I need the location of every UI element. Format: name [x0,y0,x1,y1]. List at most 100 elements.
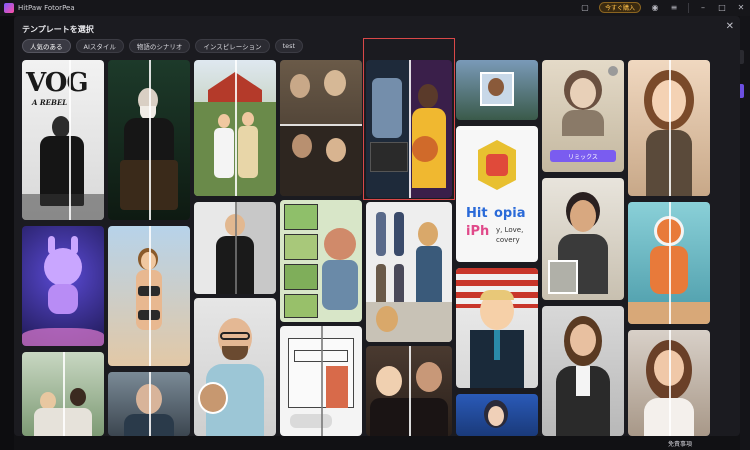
template-card-couple[interactable] [22,352,104,436]
portrait-body [238,126,258,178]
before-after-divider [669,60,671,196]
mini-figure [376,212,386,256]
tab-story-scenario[interactable]: 物語のシナリオ [128,39,191,53]
template-card-cartoon-couple[interactable] [366,346,452,436]
colored-door [326,366,348,408]
template-card-beach[interactable] [108,226,190,366]
backdrop-left [0,16,14,450]
template-card-cartoon-speaker[interactable] [456,268,538,388]
template-card-comic-pig[interactable] [280,200,362,322]
before-after-divider [235,60,237,196]
title-bar-divider [688,2,689,13]
before-after-divider [69,60,71,220]
template-card-business-woman[interactable] [542,306,624,436]
portrait-head [242,112,254,126]
portrait-head [376,306,398,332]
tab-inspiration[interactable]: インスピレーション [195,39,270,53]
buy-now-button[interactable]: 今すぐ購入 [598,2,641,13]
template-modal: テンプレートを選択 ✕ 人気のある AIスタイル 物語のシナリオ インスピレーシ… [14,16,740,436]
toy-ear-left [48,236,55,254]
template-card-sketch[interactable] [194,202,276,294]
comic-panel [284,204,318,230]
template-card-bald-man[interactable] [108,372,190,436]
before-after-divider [149,372,151,436]
template-card-toy[interactable] [22,226,104,346]
tab-popular[interactable]: 人気のある [22,39,71,53]
beard [222,346,248,360]
account-icon[interactable]: ◉ [650,3,660,13]
inset-portrait [198,382,228,414]
right-side-rail [740,16,750,450]
template-card-outdoor[interactable] [456,60,538,120]
template-card-hitopia[interactable]: Hit opia iPh y, Love, covery [456,126,538,262]
mini-figure [394,212,404,256]
comic-panel [284,264,318,290]
close-icon[interactable]: ✕ [726,21,734,32]
selected-template-highlight [363,38,455,200]
portrait-head [70,388,86,406]
template-card-vogue[interactable]: VOG A REBEL [22,60,104,220]
template-card-anime-girl[interactable] [456,394,538,436]
window-close-icon[interactable]: ✕ [736,3,746,13]
pig-character [324,228,356,260]
remix-button[interactable]: リミックス [550,150,616,162]
before-after-divider [235,202,237,294]
before-after-divider [149,226,151,366]
before-after-divider [149,60,151,220]
portrait-head [488,406,504,426]
minimize-icon[interactable]: – [698,3,708,13]
app-name: HitPaw FotorPea [18,4,75,12]
before-after-divider [669,202,671,324]
hitopia-line-3: covery [496,236,520,244]
menu-icon[interactable]: ≡ [669,3,679,13]
hitopia-line-1: iPh [466,224,490,239]
template-card-woman-portrait[interactable] [628,330,710,436]
before-after-divider [63,352,65,436]
tab-test[interactable]: test [274,39,304,53]
maximize-icon[interactable]: □ [717,3,727,13]
car [290,414,332,428]
modal-title: テンプレートを選択 [22,25,94,34]
template-card-fashion-grid[interactable] [366,202,452,342]
before-after-divider [321,326,323,436]
category-tabs: 人気のある AIスタイル 物語のシナリオ インスピレーション test [22,39,304,53]
template-card-shop-sketch[interactable] [280,326,362,436]
toy-clouds [22,328,104,346]
portrait-head [570,324,596,356]
photo-ground [22,194,104,220]
before-after-divider [669,330,671,436]
template-card-astronaut[interactable] [628,202,710,324]
template-card-vintage-woman[interactable]: リミックス [542,60,624,172]
portrait-head [324,70,346,96]
template-card-asian-man[interactable] [542,178,624,300]
portrait-head [326,138,346,162]
template-card-glasses-man[interactable] [194,298,276,436]
photo-lower-half [280,124,362,196]
portrait-head [52,116,70,138]
inset-photo [548,260,578,294]
vogue-subtitle: A REBEL [32,98,68,107]
tab-ai-style[interactable]: AIスタイル [75,39,124,53]
chat-icon[interactable]: ▢ [580,3,590,13]
before-after-divider [280,124,362,126]
shirt [576,366,590,396]
hitopia-title-left: Hit [466,206,488,221]
vogue-title: VOG [26,68,89,98]
buy-now-label: 今すぐ購入 [604,5,635,12]
disclaimer-link[interactable]: 免責事項 [620,436,740,450]
more-options-icon[interactable] [608,66,618,76]
portrait-body [562,110,604,136]
portrait-head [218,114,230,128]
remix-label: リミックス [568,153,598,161]
hair [418,222,438,246]
glasses [220,332,250,340]
hitopia-badge-center [486,154,508,176]
portrait-head [488,78,504,96]
tie [494,330,500,360]
template-card-palace[interactable] [194,60,276,196]
pig-body [322,260,358,310]
hair [480,290,514,300]
template-card-old-man[interactable] [108,60,190,220]
template-card-cartoon-girl[interactable] [628,60,710,196]
template-card-vintage-couple[interactable] [280,60,362,196]
